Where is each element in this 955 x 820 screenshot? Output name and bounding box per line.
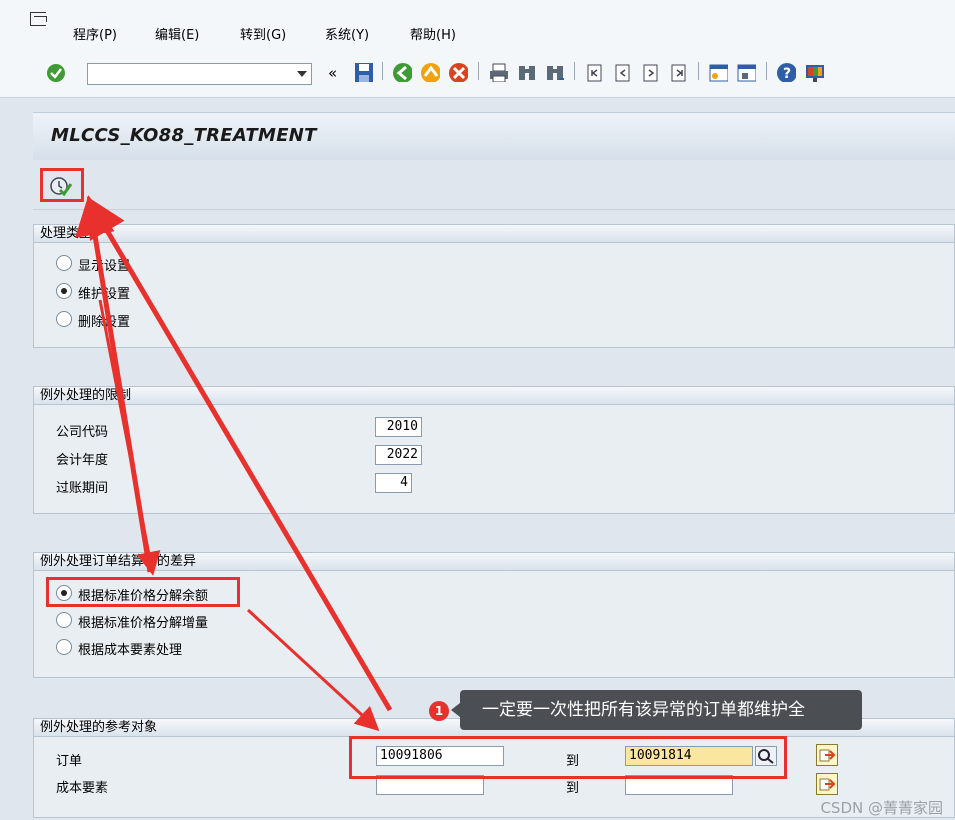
- save-icon[interactable]: [354, 62, 374, 82]
- last-page-icon[interactable]: [668, 62, 688, 82]
- restrictions-group: 例外处理的限制 公司代码 2010 会计年度 2022 过账期间 4: [33, 386, 955, 514]
- menu-system[interactable]: 系统(Y): [325, 24, 369, 43]
- execute-icon: [50, 177, 73, 197]
- help-icon[interactable]: ?: [776, 62, 796, 82]
- chevron-down-icon[interactable]: [297, 71, 307, 77]
- layout-icon[interactable]: [804, 62, 824, 82]
- cost-element-label: 成本要素: [56, 781, 109, 796]
- find-icon[interactable]: [516, 62, 536, 82]
- menu-goto[interactable]: 转到(G): [240, 24, 286, 43]
- annotation-tooltip: 一定要一次性把所有该异常的订单都维护全: [451, 690, 862, 730]
- menu-edit[interactable]: 编辑(E): [155, 24, 199, 43]
- radio-circle[interactable]: [56, 612, 72, 628]
- restrictions-title: 例外处理的限制: [34, 387, 954, 405]
- arrow-right-icon: [819, 749, 836, 762]
- application-toolbar: [33, 160, 955, 210]
- print-icon[interactable]: [488, 62, 508, 82]
- radio-circle[interactable]: [56, 283, 72, 299]
- execute-button[interactable]: [40, 168, 84, 202]
- posting-period-label: 过账期间: [56, 481, 109, 496]
- next-page-icon[interactable]: [640, 62, 660, 82]
- watermark: CSDN @菁菁家园: [820, 799, 943, 817]
- command-field[interactable]: [87, 63, 312, 85]
- enter-icon[interactable]: [46, 63, 66, 83]
- process-type-group: 处理类型 显示设置 维护设置 删除设置: [33, 224, 955, 348]
- standard-toolbar: « ?: [0, 50, 955, 98]
- process-type-title: 处理类型: [34, 225, 954, 243]
- fiscal-year-label: 会计年度: [56, 453, 109, 468]
- highlight-box-variance: [46, 577, 240, 607]
- menu-toggle-icon[interactable]: [30, 12, 47, 26]
- shortcut-icon[interactable]: [736, 62, 756, 82]
- cancel-icon[interactable]: [448, 62, 468, 82]
- title-bar: MLCCS_KO88_TREATMENT: [33, 112, 955, 160]
- fiscal-year-field[interactable]: 2022: [375, 445, 422, 465]
- company-code-field[interactable]: 2010: [375, 417, 422, 437]
- multiple-selection-button[interactable]: [816, 744, 838, 766]
- svg-text:?: ?: [783, 66, 791, 82]
- posting-period-field[interactable]: 4: [375, 473, 412, 493]
- menu-bar: 程序(P) 编辑(E) 转到(G) 系统(Y) 帮助(H): [0, 0, 955, 50]
- highlight-box-order: [349, 736, 787, 779]
- find-next-icon[interactable]: [544, 62, 564, 82]
- menu-program[interactable]: 程序(P): [73, 24, 117, 43]
- prev-page-icon[interactable]: [612, 62, 632, 82]
- variance-group: 例外处理订单结算中的差异 根据标准价格分解余额 根据标准价格分解增量 根据成本要…: [33, 552, 955, 678]
- order-label: 订单: [56, 754, 83, 769]
- collapse-icon[interactable]: «: [328, 64, 337, 82]
- radio-circle[interactable]: [56, 311, 72, 327]
- variance-title: 例外处理订单结算中的差异: [34, 553, 954, 571]
- new-session-icon[interactable]: [708, 62, 728, 82]
- back-icon[interactable]: [392, 62, 412, 82]
- exit-icon[interactable]: [420, 62, 440, 82]
- arrow-right-icon: [819, 778, 836, 791]
- step-badge: 1: [429, 701, 449, 721]
- company-code-label: 公司代码: [56, 425, 109, 440]
- first-page-icon[interactable]: [584, 62, 604, 82]
- menu-help[interactable]: 帮助(H): [410, 24, 456, 43]
- radio-circle[interactable]: [56, 255, 72, 271]
- multiple-selection-button-2[interactable]: [816, 773, 838, 795]
- radio-circle[interactable]: [56, 639, 72, 655]
- cost-element-to-label: 到: [566, 781, 580, 796]
- page-title: MLCCS_KO88_TREATMENT: [51, 125, 317, 146]
